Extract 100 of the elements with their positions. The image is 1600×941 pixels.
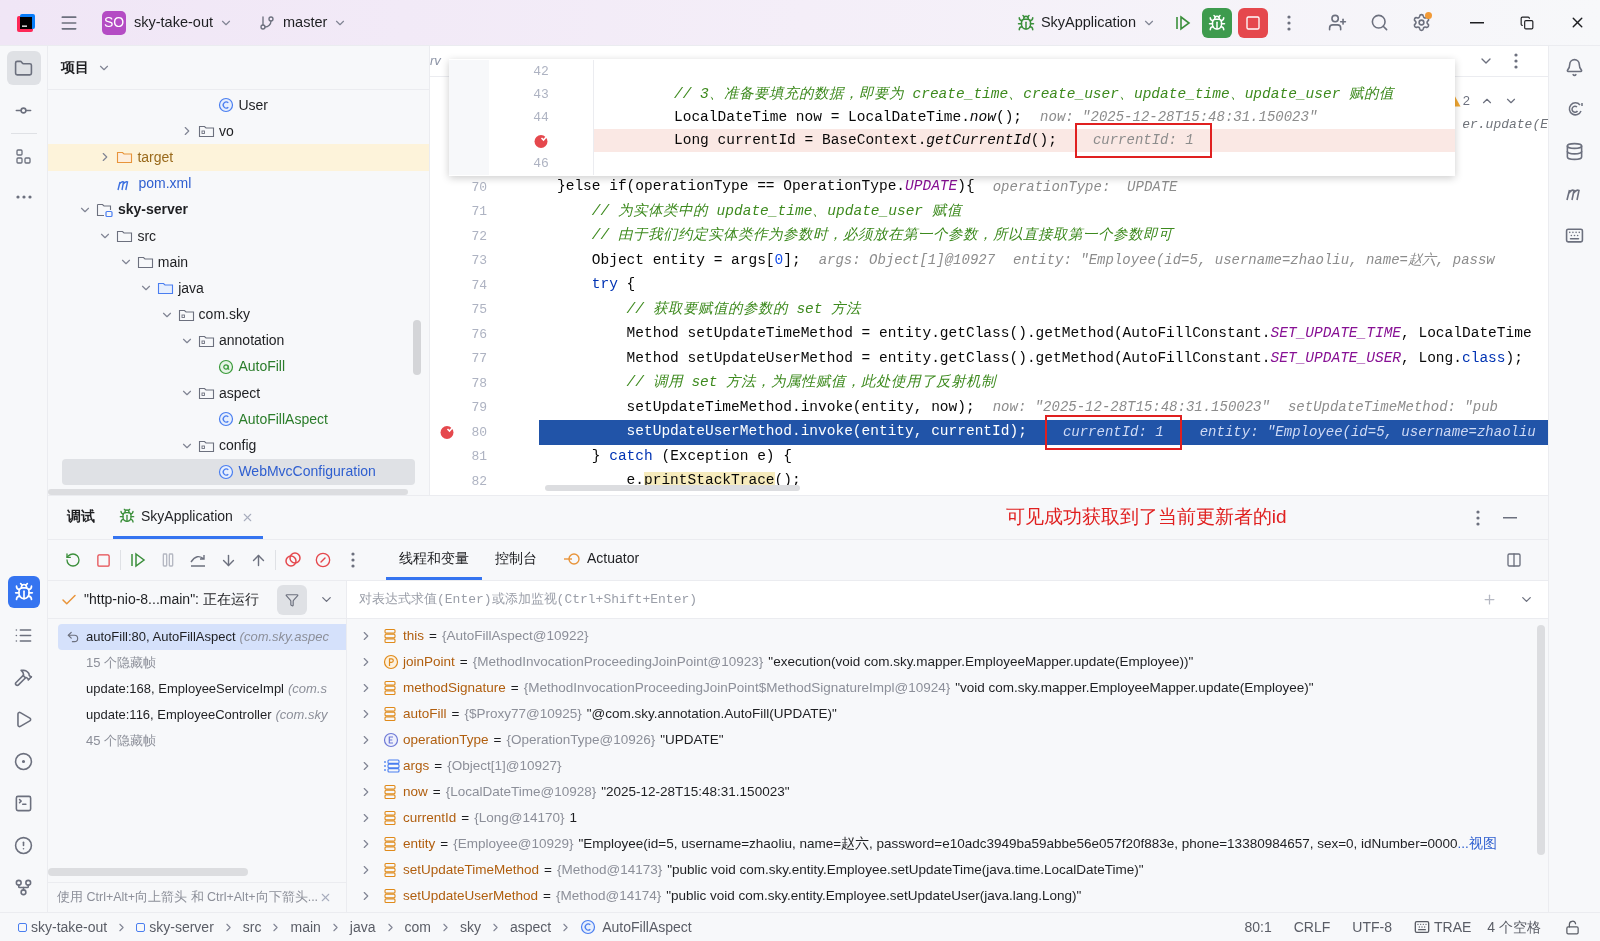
actuator-icon: [563, 550, 581, 567]
breadcrumb[interactable]: sky-take-out: [18, 916, 108, 938]
hammer-icon: [14, 667, 33, 687]
close-icon[interactable]: [319, 891, 332, 904]
breakpoints-icon: [284, 551, 302, 569]
frame-row[interactable]: update:116, EmployeeController (com.sky: [58, 702, 346, 728]
stop-button[interactable]: [1238, 7, 1268, 38]
scrollbar[interactable]: [48, 489, 408, 495]
tree-item[interactable]: com.sky: [48, 301, 429, 328]
inline-value: entity: "Employee(id=5, username=zhaoliu, name=赵六, passw: [1013, 251, 1495, 271]
tree-item[interactable]: vo: [48, 118, 429, 145]
variable-row[interactable]: operationType = {OperationType@10926} "UPDATE": [347, 727, 1548, 753]
run-config-selector[interactable]: SkyApplication: [1012, 7, 1160, 38]
breadcrumb[interactable]: sky-server: [136, 916, 214, 938]
tree-item[interactable]: main: [48, 249, 429, 276]
tree-label: vo: [219, 121, 234, 141]
stop-icon: [95, 552, 111, 568]
pause-icon: [160, 552, 176, 568]
project-tool-button[interactable]: [6, 51, 41, 85]
tree-item[interactable]: pom.xml: [48, 170, 429, 197]
breadcrumb[interactable]: src: [242, 916, 262, 938]
tool-window-tab[interactable]: SkyApplication: [113, 496, 263, 539]
variable-row[interactable]: args = {Object[1]@10927}: [347, 753, 1548, 779]
breakpoint-icon[interactable]: [533, 132, 549, 149]
variable-row[interactable]: now = {LocalDateTime@10928} "2025-12-28T15:48:31.150023": [347, 779, 1548, 805]
folder-icon: [157, 280, 175, 297]
expression-field[interactable]: 对表达式求值(Enter)或添加监视(Ctrl+Shift+Enter): [359, 589, 1482, 610]
breakpoint-icon[interactable]: [439, 424, 455, 441]
frame-row[interactable]: update:168, EmployeeServiceImpl (com.s: [58, 676, 346, 702]
tree-item[interactable]: src: [48, 222, 429, 250]
breadcrumb[interactable]: main: [290, 916, 321, 938]
project-view-selector[interactable]: 项目: [61, 57, 111, 78]
breadcrumb[interactable]: AutoFillAspect: [580, 916, 692, 938]
file-encoding[interactable]: UTF-8: [1352, 916, 1392, 938]
project-selector[interactable]: SO sky-take-out: [98, 7, 237, 38]
expression-field[interactable]: 对表达式求值(Enter)或添加监视(Ctrl+Shift+Enter): [347, 581, 1548, 619]
scrollbar[interactable]: [1537, 625, 1545, 855]
tree-label: main: [157, 252, 189, 272]
keyboard-icon: [1413, 919, 1430, 935]
code-line: setUpdateTimeMethod.invoke(entity, now);: [625, 397, 975, 417]
branch-selector[interactable]: master: [255, 7, 352, 38]
tree-item[interactable]: annotation: [48, 327, 429, 354]
indent-setting[interactable]: 4 个空格: [1487, 916, 1541, 938]
tree-item[interactable]: aspect: [48, 380, 429, 407]
tree-label: User: [238, 95, 268, 115]
variable-row[interactable]: joinPoint = {MethodInvocationProceedingJoinPoint@10923} "execution(void com.sky.mapper.EmployeeMapper.update(Employee))": [347, 649, 1548, 675]
scrollbar[interactable]: [413, 320, 421, 375]
inline-value: currentId: 1: [1074, 123, 1212, 158]
breadcrumb[interactable]: aspect: [510, 916, 552, 938]
line-number: 73: [470, 252, 487, 270]
tree-item[interactable]: AutoFillAspect: [48, 406, 429, 433]
assistant-status[interactable]: TRAE: [1413, 916, 1472, 938]
tree-item[interactable]: sky-server: [48, 196, 429, 223]
line-number: 44: [533, 108, 549, 127]
lock-icon[interactable]: [1565, 919, 1580, 935]
scrollbar[interactable]: [48, 868, 248, 876]
code-line: // 为实体类中的 update_time、update_user 赋值: [590, 201, 962, 221]
structure-icon: [14, 148, 33, 166]
tree-item[interactable]: WebMvcConfiguration: [62, 458, 415, 485]
line-number: 82: [470, 472, 487, 491]
panel-title: 项目: [61, 58, 89, 77]
field-icon: [383, 706, 397, 722]
add-watch-icon[interactable]: [1482, 592, 1497, 607]
caret-position[interactable]: 80:1: [1244, 916, 1272, 938]
debug-tool-button[interactable]: [7, 576, 40, 608]
services-icon: [14, 751, 33, 771]
variable-row[interactable]: setUpdateUserMethod = {Method@14174} "public void com.sky.entity.Employee.setUpdateUser(java.lang.Long)": [347, 883, 1548, 909]
tree-label: config: [219, 436, 257, 456]
breadcrumb[interactable]: com: [404, 916, 431, 938]
variable-row[interactable]: entity = {Employee@10929} "Employee(id=5, username=zhaoliu, name=赵六, password=e10adc3949ba59abbe56e057f20f883e, phone=13380984657, sex=0, idNumber=0000...视图: [347, 831, 1548, 857]
variable-row[interactable]: this = {AutoFillAspect@10922}: [347, 623, 1548, 649]
code-line: try {: [590, 275, 636, 295]
line-ending[interactable]: CRLF: [1293, 916, 1331, 938]
view-tab[interactable]: Actuator: [550, 540, 653, 580]
warning-count[interactable]: 2: [1462, 91, 1470, 111]
variable-row[interactable]: methodSignature = {MethodInvocationProceedingJoinPoint$MethodSignatureImpl@10924} "void com.sky.mapper.EmployeeMapper.update(Employee)": [347, 675, 1548, 701]
layout-icon[interactable]: [1506, 552, 1522, 568]
breadcrumb[interactable]: sky: [460, 916, 481, 938]
tree-item[interactable]: User: [48, 92, 429, 119]
view-link[interactable]: ...视图: [1457, 833, 1497, 855]
tree-item[interactable]: config: [48, 432, 429, 459]
tool-window-tab[interactable]: 调试: [61, 496, 101, 539]
debug-button[interactable]: [1202, 7, 1232, 38]
variable-row[interactable]: autoFill = {$Proxy77@10925} "@com.sky.annotation.AutoFill(UPDATE)": [347, 701, 1548, 727]
variable-row[interactable]: currentId = {Long@14170} 1: [347, 805, 1548, 831]
more-icon: [1287, 14, 1291, 31]
frame-row[interactable]: autoFill:80, AutoFillAspect (com.sky.aspec: [58, 624, 346, 650]
tree-item[interactable]: target: [48, 144, 429, 171]
tree-item[interactable]: java: [48, 275, 429, 302]
thread-selector[interactable]: "http-nio-8...main": 正在运行: [84, 589, 259, 610]
filter-button[interactable]: [277, 584, 307, 615]
breadcrumb[interactable]: java: [349, 916, 376, 938]
view-tab[interactable]: 控制台: [482, 540, 550, 580]
scrollbar[interactable]: [545, 485, 800, 491]
minimize-icon: [1470, 21, 1484, 24]
tree-item[interactable]: AutoFill: [48, 353, 429, 381]
tree-label: annotation: [219, 331, 285, 351]
folder-icon: [116, 149, 134, 166]
app-logo-icon[interactable]: [16, 12, 36, 33]
variable-row[interactable]: setUpdateTimeMethod = {Method@14173} "public void com.sky.entity.Employee.setUpdateTime(java.time.LocalDateTime)": [347, 857, 1548, 883]
